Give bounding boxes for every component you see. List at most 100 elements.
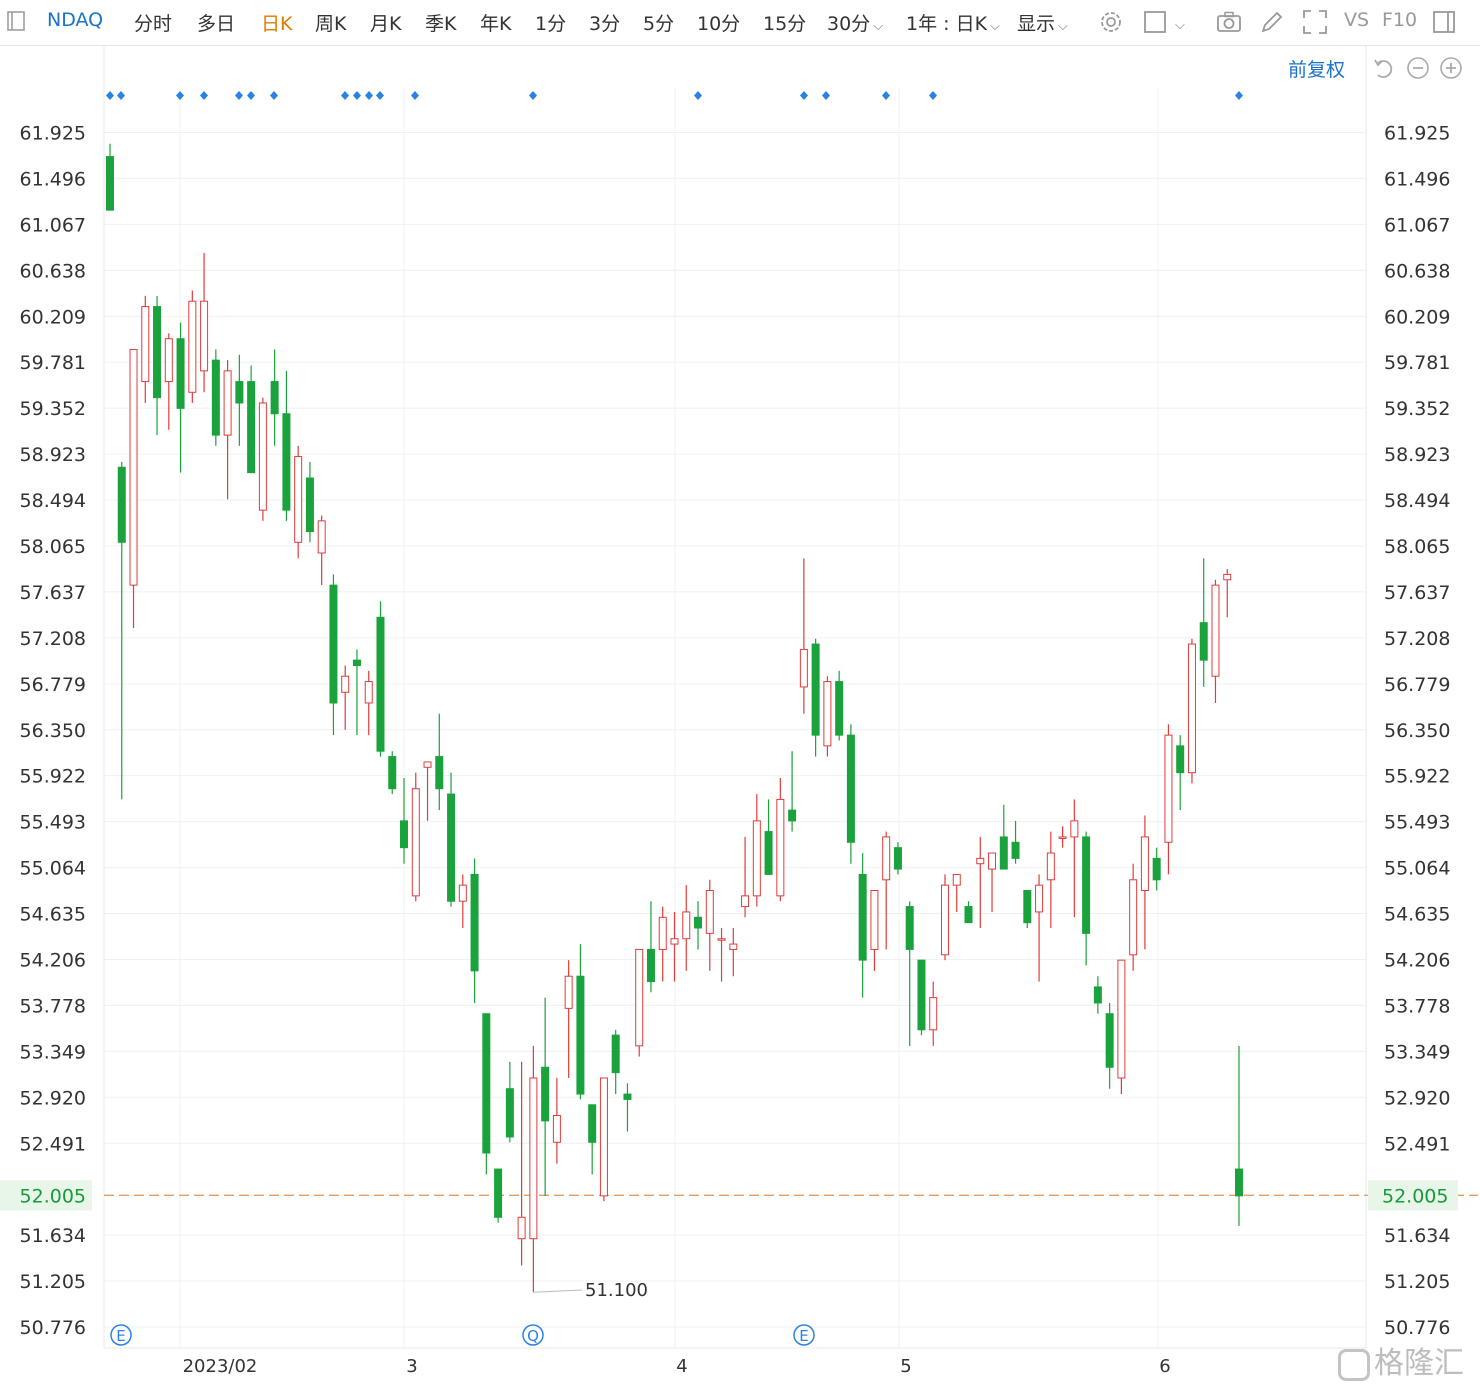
- candle-body: [247, 381, 256, 474]
- candle-body: [188, 300, 197, 393]
- x-tick-label: 2023/02: [183, 1356, 258, 1377]
- x-tick-label: 4: [676, 1356, 687, 1377]
- candle-body: [576, 975, 585, 1095]
- x-tick-label: 3: [406, 1356, 417, 1377]
- candle-body: [988, 852, 997, 870]
- candle-body: [823, 681, 832, 747]
- y-tick-label-left: 54.635: [20, 904, 86, 926]
- candle-body: [964, 906, 973, 924]
- candle-body: [435, 756, 444, 790]
- y-tick-label-left: 53.778: [20, 995, 86, 1017]
- low-annotation-leader: [533, 1289, 583, 1293]
- candle-body: [929, 997, 938, 1031]
- candle-body: [694, 916, 703, 929]
- candle-body: [153, 306, 162, 399]
- event-marker-icon: [365, 91, 373, 100]
- candle-body: [106, 156, 114, 211]
- candle-body: [1129, 879, 1138, 956]
- y-tick-label-right: 60.638: [1384, 260, 1450, 282]
- y-tick-label-left: 54.206: [20, 950, 86, 972]
- candle-body: [670, 938, 679, 945]
- y-tick-label-left: 61.067: [20, 214, 86, 236]
- y-tick-label-right: 51.205: [1384, 1271, 1450, 1293]
- candle-body: [1164, 734, 1173, 843]
- current-price-label-right: 52.005: [1382, 1185, 1448, 1207]
- candle-body: [1199, 622, 1208, 661]
- y-tick-label-right: 51.634: [1384, 1225, 1450, 1247]
- y-tick-label-right: 52.920: [1384, 1087, 1450, 1109]
- y-tick-label-right: 56.350: [1384, 720, 1450, 742]
- y-tick-label-left: 52.491: [20, 1133, 86, 1155]
- candle-body: [752, 820, 761, 897]
- candle-body: [317, 520, 326, 554]
- candle-body: [1187, 643, 1196, 774]
- candle-body: [1011, 841, 1020, 859]
- y-tick-label-right: 56.779: [1384, 674, 1450, 696]
- candlestick-chart[interactable]: 61.925 61.925 61.496 61.496 61.067 61.067 60.6…: [0, 0, 1480, 1385]
- x-tick-label: 6: [1159, 1356, 1170, 1377]
- y-tick-label-right: 53.778: [1384, 995, 1450, 1017]
- candle-body: [835, 681, 844, 736]
- event-badge-label: E: [116, 1327, 125, 1345]
- candle-body: [1117, 959, 1126, 1079]
- candle-body: [1058, 836, 1067, 839]
- event-marker-icon: [694, 91, 702, 100]
- candle-body: [858, 873, 867, 961]
- candle-body: [411, 788, 420, 897]
- y-tick-label-right: 52.491: [1384, 1133, 1450, 1155]
- event-marker-icon: [822, 91, 830, 100]
- y-tick-label-right: 58.065: [1384, 536, 1450, 558]
- candle-body: [741, 895, 750, 908]
- y-tick-label-left: 55.922: [20, 766, 86, 788]
- candle-body: [905, 906, 914, 950]
- y-tick-label-right: 54.206: [1384, 950, 1450, 972]
- y-tick-label-left: 50.776: [20, 1317, 86, 1339]
- candle-body: [211, 359, 220, 436]
- candle-body: [764, 831, 773, 875]
- y-tick-label-left: 60.638: [20, 260, 86, 282]
- candle-body: [705, 890, 714, 934]
- candle-body: [294, 456, 303, 543]
- event-marker-icon: [200, 91, 208, 100]
- candle-body: [482, 1013, 491, 1154]
- y-tick-label-left: 61.496: [20, 168, 86, 190]
- candle-body: [870, 890, 879, 950]
- candle-body: [176, 338, 185, 409]
- candle-body: [1093, 986, 1102, 1004]
- y-tick-label-left: 52.920: [20, 1087, 86, 1109]
- current-price-label-left: 52.005: [20, 1185, 86, 1207]
- y-tick-label-right: 57.637: [1384, 582, 1450, 604]
- y-tick-label-right: 54.635: [1384, 904, 1450, 926]
- candle-body: [258, 402, 267, 511]
- candle-body: [376, 616, 385, 752]
- candle-body: [776, 798, 785, 897]
- candle-body: [893, 847, 902, 870]
- y-tick-label-left: 51.205: [20, 1271, 86, 1293]
- candle-body: [1023, 890, 1032, 924]
- y-tick-label-right: 57.208: [1384, 628, 1450, 650]
- candle-body: [541, 1066, 550, 1122]
- candle-body: [729, 943, 738, 950]
- candle-body: [517, 1216, 526, 1240]
- candle-body: [341, 675, 350, 693]
- event-badge-label: E: [799, 1327, 808, 1345]
- candle-body: [164, 338, 173, 383]
- candle-body: [423, 761, 432, 768]
- y-tick-label-right: 59.352: [1384, 398, 1450, 420]
- event-marker-icon: [247, 91, 255, 100]
- y-tick-label-right: 59.781: [1384, 352, 1450, 374]
- candle-body: [940, 884, 949, 956]
- y-tick-label-right: 58.494: [1384, 490, 1450, 512]
- candle-body: [846, 734, 855, 843]
- candle-body: [1046, 852, 1055, 881]
- candle-body: [788, 809, 797, 822]
- candle-body: [470, 873, 479, 972]
- watermark-text: 格隆汇: [1374, 1346, 1464, 1381]
- y-tick-label-left: 58.923: [20, 444, 86, 466]
- y-tick-label-right: 53.349: [1384, 1041, 1450, 1063]
- candle-body: [1152, 857, 1161, 881]
- y-tick-label-left: 61.925: [20, 122, 86, 144]
- candle-body: [564, 975, 573, 1009]
- y-tick-label-left: 53.349: [20, 1041, 86, 1063]
- candle-body: [646, 948, 655, 983]
